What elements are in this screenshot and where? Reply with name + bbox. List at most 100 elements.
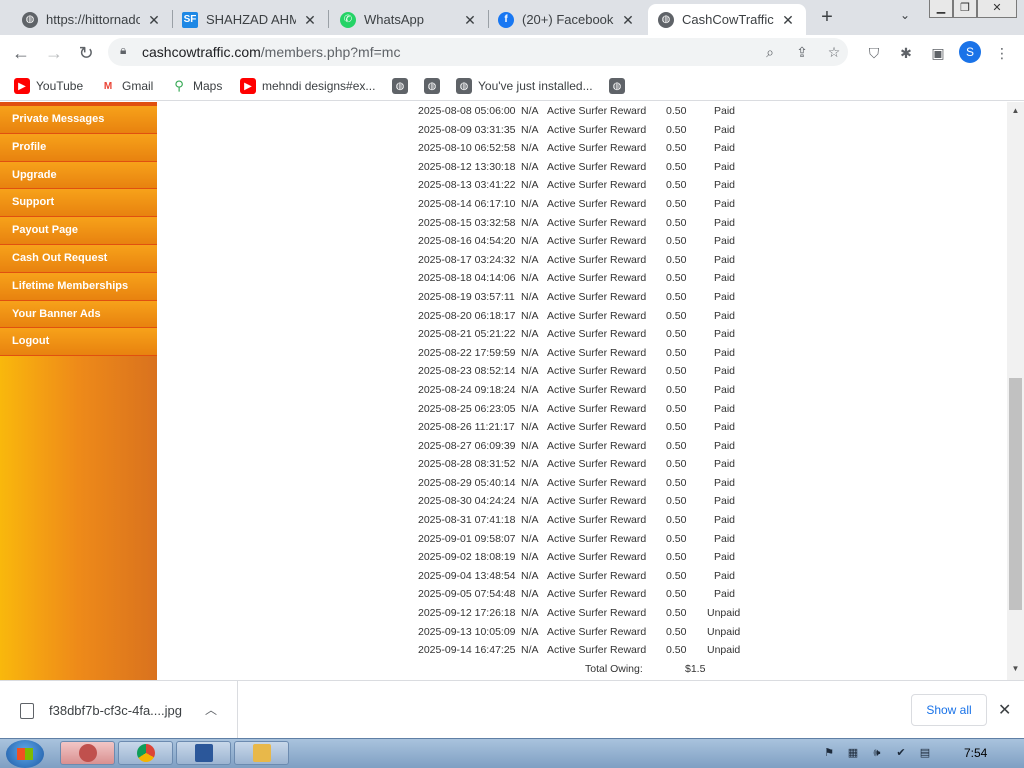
sidebar-item-logout[interactable]: Logout [0, 328, 157, 357]
table-row: 2025-08-09 03:31:35 N/A Active Surfer Rewa… [418, 121, 758, 140]
total-label: Total Owing: [585, 662, 643, 675]
globe-icon: ◍ [456, 78, 472, 94]
cell-status: Paid [714, 328, 736, 341]
sidebar-item-cash-out-request[interactable]: Cash Out Request [0, 244, 157, 273]
page-scrollbar[interactable]: ▲ ▼ [1007, 102, 1024, 680]
volume-icon[interactable]: 🕪︎ [870, 746, 884, 760]
menu-kebab-icon[interactable]: ⋮ [993, 44, 1011, 62]
cell-date: 2025-08-12 13:30:18 [418, 160, 516, 173]
cell-amount: 0.50 [666, 309, 687, 322]
tab-whatsapp[interactable]: ✆ WhatsApp ✕ [330, 4, 488, 35]
security-icon[interactable]: ✔ [894, 746, 908, 760]
table-row: 2025-09-02 18:08:19 N/A Active Surfer Rewa… [418, 548, 758, 567]
back-arrow-icon[interactable]: ← [8, 40, 34, 66]
side-panel-icon[interactable]: ▣ [929, 44, 947, 62]
cell-status: Paid [714, 383, 736, 396]
close-icon[interactable]: ✕ [620, 12, 636, 28]
cell-amount: 0.50 [666, 346, 687, 359]
sidebar-item-private-messages[interactable]: Private Messages [0, 106, 157, 134]
cell-amount: 0.50 [666, 123, 687, 136]
bookmark-globe-2[interactable]: ◍ [424, 76, 446, 96]
globe-icon: ◍ [658, 11, 674, 28]
tab-separator [328, 10, 329, 28]
sidebar-item-banner-ads[interactable]: Your Banner Ads [0, 300, 157, 329]
close-icon[interactable]: ✕ [462, 12, 478, 28]
star-icon[interactable]: ☆ [825, 43, 843, 61]
bookmark-youtube[interactable]: ▶ YouTube [14, 76, 83, 96]
forward-arrow-icon[interactable]: → [41, 40, 67, 66]
cell-status: Paid [714, 402, 736, 415]
bookmark-globe-1[interactable]: ◍ [392, 76, 414, 96]
show-all-button[interactable]: Show all [911, 694, 987, 726]
cell-amount: 0.50 [666, 458, 687, 471]
profile-avatar[interactable]: S [959, 41, 981, 63]
tab-hittornado[interactable]: ◍ https://hittornado ✕ [12, 4, 172, 35]
close-icon[interactable]: ✕ [780, 12, 796, 28]
bookmark-gmail[interactable]: M Gmail [100, 76, 154, 96]
sidebar-item-payout-page[interactable]: Payout Page [0, 217, 157, 245]
flag-icon[interactable]: ⚑ [822, 746, 836, 760]
sidebar-item-upgrade[interactable]: Upgrade [0, 161, 157, 190]
minimize-button[interactable]: ▁ [929, 0, 953, 18]
sidebar-item-profile[interactable]: Profile [0, 133, 157, 162]
folder-icon [252, 744, 271, 762]
cell-status: Paid [714, 290, 736, 303]
table-row: 2025-08-19 03:57:11 N/A Active Surfer Rewa… [418, 288, 758, 307]
cell-status: Paid [714, 123, 736, 136]
reload-icon[interactable]: ↻ [73, 40, 99, 66]
cell-ref: N/A [521, 607, 539, 620]
scroll-thumb[interactable] [1009, 378, 1022, 610]
taskbar-app-paint[interactable] [60, 741, 115, 765]
shield-extension-icon[interactable]: ⛉ [865, 44, 883, 62]
bookmark-maps[interactable]: ⚲ Maps [171, 76, 222, 96]
taskbar-clock: 7:54 [964, 746, 988, 760]
table-row: 2025-08-22 17:59:59 N/A Active Surfer Rewa… [418, 344, 758, 363]
tab-facebook[interactable]: f (20+) Facebook ✕ [488, 4, 646, 35]
download-filename: f38dbf7b-cf3c-4fa....jpg [49, 703, 182, 718]
bookmark-installed[interactable]: ◍ You've just installed... [456, 76, 593, 96]
table-row: 2025-08-18 04:14:06 N/A Active Surfer Rewa… [418, 269, 758, 288]
sidebar-item-lifetime-memberships[interactable]: Lifetime Memberships [0, 272, 157, 301]
cell-status: Paid [714, 272, 736, 285]
cell-status: Paid [714, 421, 736, 434]
share-icon[interactable]: ⇪ [793, 43, 811, 61]
start-button[interactable] [6, 740, 44, 768]
maximize-button[interactable]: ❐ [953, 0, 977, 18]
scroll-down-arrow-icon[interactable]: ▼ [1007, 664, 1024, 676]
address-bar[interactable]: 🔒︎ cashcowtraffic.com/members.php?mf=mc … [108, 38, 848, 66]
scroll-up-arrow-icon[interactable]: ▲ [1007, 106, 1024, 118]
taskbar-app-chrome[interactable] [118, 741, 173, 765]
tab-search-chevron-icon[interactable]: ⌄ [895, 8, 915, 28]
close-icon[interactable]: ✕ [302, 12, 318, 28]
cell-description: Active Surfer Reward [547, 514, 647, 527]
new-tab-button[interactable]: + [815, 6, 839, 30]
window-close-button[interactable]: ✕ [977, 0, 1017, 18]
close-icon[interactable]: ✕ [998, 700, 1011, 720]
table-row: 2025-09-14 16:47:25 N/A Active Surfer Rewa… [418, 641, 758, 660]
puzzle-extensions-icon[interactable]: ✱ [897, 44, 915, 62]
taskbar-app-explorer[interactable] [234, 741, 289, 765]
sidebar-item-support[interactable]: Support [0, 189, 157, 218]
cell-description: Active Surfer Reward [547, 328, 647, 341]
zoom-icon[interactable]: ⌕ [761, 43, 779, 61]
cell-status: Paid [714, 179, 736, 192]
table-row: 2025-08-08 05:06:00 N/A Active Surfer Rewa… [418, 102, 758, 121]
download-item[interactable]: f38dbf7b-cf3c-4fa....jpg ︿ [0, 681, 238, 739]
network-icon[interactable]: ▦ [846, 746, 860, 760]
cell-description: Active Surfer Reward [547, 383, 647, 396]
tab-shahzad[interactable]: SF SHAHZAD AHMA ✕ [172, 4, 328, 35]
download-bar: f38dbf7b-cf3c-4fa....jpg ︿ Show all ✕ [0, 680, 1024, 739]
taskbar-app-word[interactable] [176, 741, 231, 765]
cell-description: Active Surfer Reward [547, 607, 647, 620]
bookmark-mehndi[interactable]: ▶ mehndi designs#ex... [240, 76, 375, 96]
cell-ref: N/A [521, 532, 539, 545]
bookmark-globe-3[interactable]: ◍ [609, 76, 631, 96]
cell-status: Paid [714, 197, 736, 210]
chevron-up-icon[interactable]: ︿ [205, 701, 217, 718]
cell-date: 2025-09-14 16:47:25 [418, 644, 516, 657]
cell-amount: 0.50 [666, 142, 687, 155]
notification-icon[interactable]: ▤ [918, 746, 932, 760]
close-icon[interactable]: ✕ [146, 12, 162, 28]
tab-cashcowtraffic[interactable]: ◍ CashCowTraffic.cc ✕ [648, 4, 806, 35]
cell-description: Active Surfer Reward [547, 216, 647, 229]
